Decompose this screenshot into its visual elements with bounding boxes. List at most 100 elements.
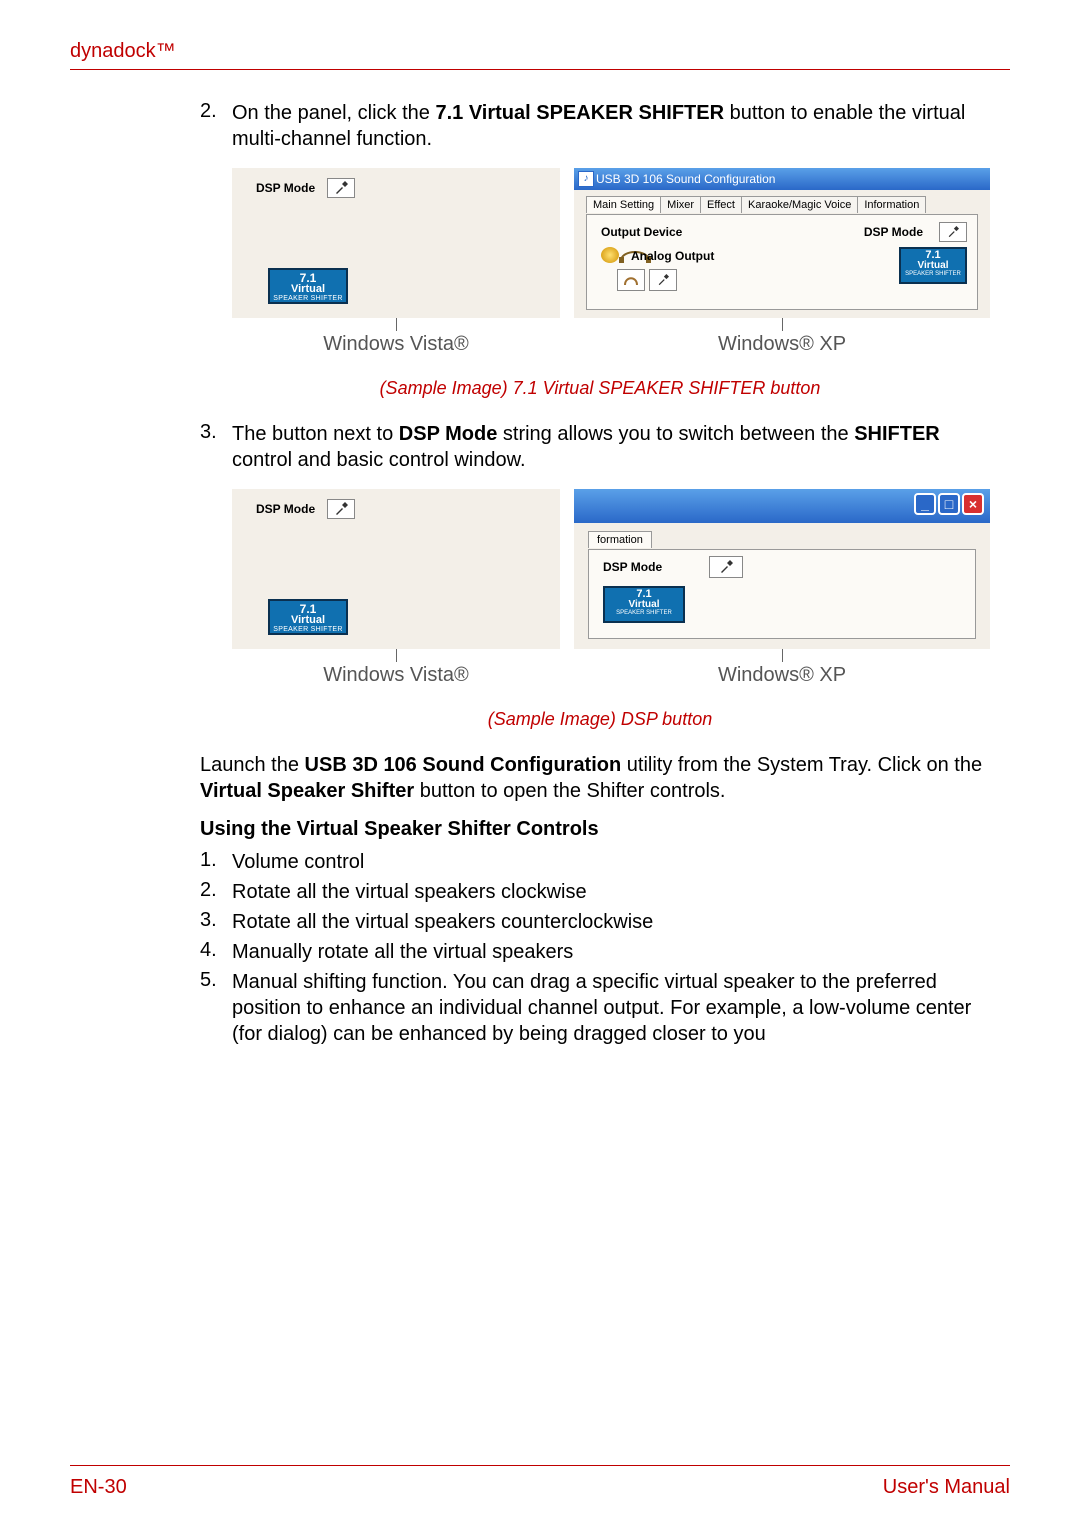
toggle-button[interactable]: [649, 269, 677, 291]
dsp-mode-button[interactable]: [327, 178, 355, 198]
step-2-before: On the panel, click the: [232, 102, 435, 124]
xp2-body: DSP Mode 7.1 Virtual SPEAKER SHIFTER: [588, 549, 976, 639]
step-3-bold-2: SHIFTER: [854, 423, 940, 445]
figure-2-row: DSP Mode 7.1 Virtual SPEAKER SHIFTER Win…: [232, 489, 1000, 687]
hammer-icon: [334, 181, 348, 195]
badge-line-3: SPEAKER SHIFTER: [605, 610, 683, 616]
figure-2-xp-window: _ □ × formation DSP Mode 7.1 Virtual: [574, 489, 990, 649]
list-5-num: 5.: [200, 969, 232, 1047]
os-label-xp: Windows® XP: [718, 333, 846, 356]
list-4-text: Manually rotate all the virtual speakers: [232, 939, 1000, 965]
window-controls: _ □ ×: [914, 493, 984, 515]
dsp-mode-label: DSP Mode: [256, 502, 315, 516]
subheading: Using the Virtual Speaker Shifter Contro…: [200, 818, 1000, 841]
analog-output-label: Analog Output: [631, 249, 714, 263]
list-4-num: 4.: [200, 939, 232, 965]
virtual-speaker-shifter-button-xp[interactable]: 7.1 Virtual SPEAKER SHIFTER: [899, 247, 967, 284]
launch-b1: USB 3D 106 Sound Configuration: [305, 754, 622, 776]
step-3-number: 3.: [200, 421, 232, 473]
list-item-4: 4. Manually rotate all the virtual speak…: [200, 939, 1000, 965]
list-2-text: Rotate all the virtual speakers clockwis…: [232, 879, 1000, 905]
tab-information[interactable]: Information: [857, 196, 926, 213]
list-item-1: 1. Volume control: [200, 849, 1000, 875]
figure-2-vista: DSP Mode 7.1 Virtual SPEAKER SHIFTER Win…: [232, 489, 560, 687]
list-item-5: 5. Manual shifting function. You can dra…: [200, 969, 1000, 1047]
close-button[interactable]: ×: [962, 493, 984, 515]
figure-2-caption: (Sample Image) DSP button: [200, 709, 1000, 730]
badge-line-3: SPEAKER SHIFTER: [901, 271, 965, 277]
os-label-xp: Windows® XP: [718, 664, 846, 687]
maximize-button[interactable]: □: [938, 493, 960, 515]
badge-line-2: Virtual: [270, 284, 346, 295]
footer-rule: [70, 1465, 1010, 1466]
tab-information-cropped[interactable]: formation: [588, 531, 652, 548]
list-3-text: Rotate all the virtual speakers counterc…: [232, 909, 1000, 935]
hammer-icon: [334, 502, 348, 516]
headphone-mode-button[interactable]: [617, 269, 645, 291]
list-1-text: Volume control: [232, 849, 1000, 875]
tab-effect[interactable]: Effect: [700, 196, 742, 213]
footer-manual-label: User's Manual: [883, 1476, 1010, 1499]
dsp-mode-button[interactable]: [327, 499, 355, 519]
figure-2-vista-panel: DSP Mode 7.1 Virtual SPEAKER SHIFTER: [232, 489, 560, 649]
virtual-speaker-shifter-button[interactable]: 7.1 Virtual SPEAKER SHIFTER: [268, 599, 348, 635]
figure-1-vista: DSP Mode 7.1 Virtual SPEAKER SHIFTER Win…: [232, 168, 560, 356]
dsp-mode-label-xp: DSP Mode: [864, 225, 923, 239]
tab-mixer[interactable]: Mixer: [660, 196, 701, 213]
hammer-icon: [657, 274, 669, 286]
step-2-number: 2.: [200, 100, 232, 152]
dsp-mode-label: DSP Mode: [256, 181, 315, 195]
step-3-text: The button next to DSP Mode string allow…: [232, 421, 1000, 473]
step-3-mid: string allows you to switch between the: [497, 423, 854, 445]
xp-window-titlebar: ♪ USB 3D 106 Sound Configuration: [574, 168, 990, 190]
launch-t3: button to open the Shifter controls.: [414, 780, 725, 802]
footer-page-number: EN-30: [70, 1476, 127, 1499]
hammer-icon: [719, 560, 733, 574]
virtual-speaker-shifter-button[interactable]: 7.1 Virtual SPEAKER SHIFTER: [268, 268, 348, 304]
badge-line-3: SPEAKER SHIFTER: [270, 626, 346, 633]
hammer-icon: [947, 226, 959, 238]
list-item-3: 3. Rotate all the virtual speakers count…: [200, 909, 1000, 935]
xp-tab-body: Output Device Analog Output: [586, 214, 978, 310]
figure-1-vista-panel: DSP Mode 7.1 Virtual SPEAKER SHIFTER: [232, 168, 560, 318]
step-2-bold: 7.1 Virtual SPEAKER SHIFTER: [435, 102, 724, 124]
tab-main-setting[interactable]: Main Setting: [586, 196, 661, 213]
virtual-speaker-shifter-button-xp2[interactable]: 7.1 Virtual SPEAKER SHIFTER: [603, 586, 685, 623]
launch-t2: utility from the System Tray. Click on t…: [621, 754, 982, 776]
app-icon: ♪: [578, 171, 594, 187]
output-device-label: Output Device: [601, 225, 682, 239]
figure-1-xp: ♪ USB 3D 106 Sound Configuration Main Se…: [574, 168, 990, 356]
minimize-button[interactable]: _: [914, 493, 936, 515]
step-3-after: control and basic control window.: [232, 449, 526, 471]
badge-line-2: Virtual: [605, 600, 683, 610]
pointer-line: [782, 648, 783, 662]
step-2: 2. On the panel, click the 7.1 Virtual S…: [200, 100, 1000, 152]
list-3-num: 3.: [200, 909, 232, 935]
header-brand: dynadock™: [70, 40, 1010, 69]
step-3-bold-1: DSP Mode: [399, 423, 498, 445]
launch-b2: Virtual Speaker Shifter: [200, 780, 414, 802]
badge-line-3: SPEAKER SHIFTER: [270, 295, 346, 302]
launch-t1: Launch the: [200, 754, 305, 776]
dsp-mode-button-xp[interactable]: [939, 222, 967, 242]
headphone-small-icon: [623, 274, 639, 286]
step-3-before: The button next to: [232, 423, 399, 445]
launch-paragraph: Launch the USB 3D 106 Sound Configuratio…: [200, 752, 1000, 804]
badge-line-2: Virtual: [901, 261, 965, 271]
header-rule: [70, 69, 1010, 70]
dsp-mode-button-xp2[interactable]: [709, 556, 743, 578]
figure-1-row: DSP Mode 7.1 Virtual SPEAKER SHIFTER Win…: [232, 168, 1000, 356]
step-3: 3. The button next to DSP Mode string al…: [200, 421, 1000, 473]
list-5-text: Manual shifting function. You can drag a…: [232, 969, 1000, 1047]
tab-karaoke[interactable]: Karaoke/Magic Voice: [741, 196, 858, 213]
pointer-line: [396, 317, 397, 331]
figure-1-xp-window: ♪ USB 3D 106 Sound Configuration Main Se…: [574, 168, 990, 318]
step-2-text: On the panel, click the 7.1 Virtual SPEA…: [232, 100, 1000, 152]
xp-tabs: Main Setting Mixer Effect Karaoke/Magic …: [586, 196, 925, 213]
os-label-vista: Windows Vista®: [323, 333, 469, 356]
list-item-2: 2. Rotate all the virtual speakers clock…: [200, 879, 1000, 905]
badge-line-2: Virtual: [270, 615, 346, 626]
list-2-num: 2.: [200, 879, 232, 905]
pointer-line: [782, 317, 783, 331]
dsp-mode-label-xp2: DSP Mode: [603, 560, 662, 574]
